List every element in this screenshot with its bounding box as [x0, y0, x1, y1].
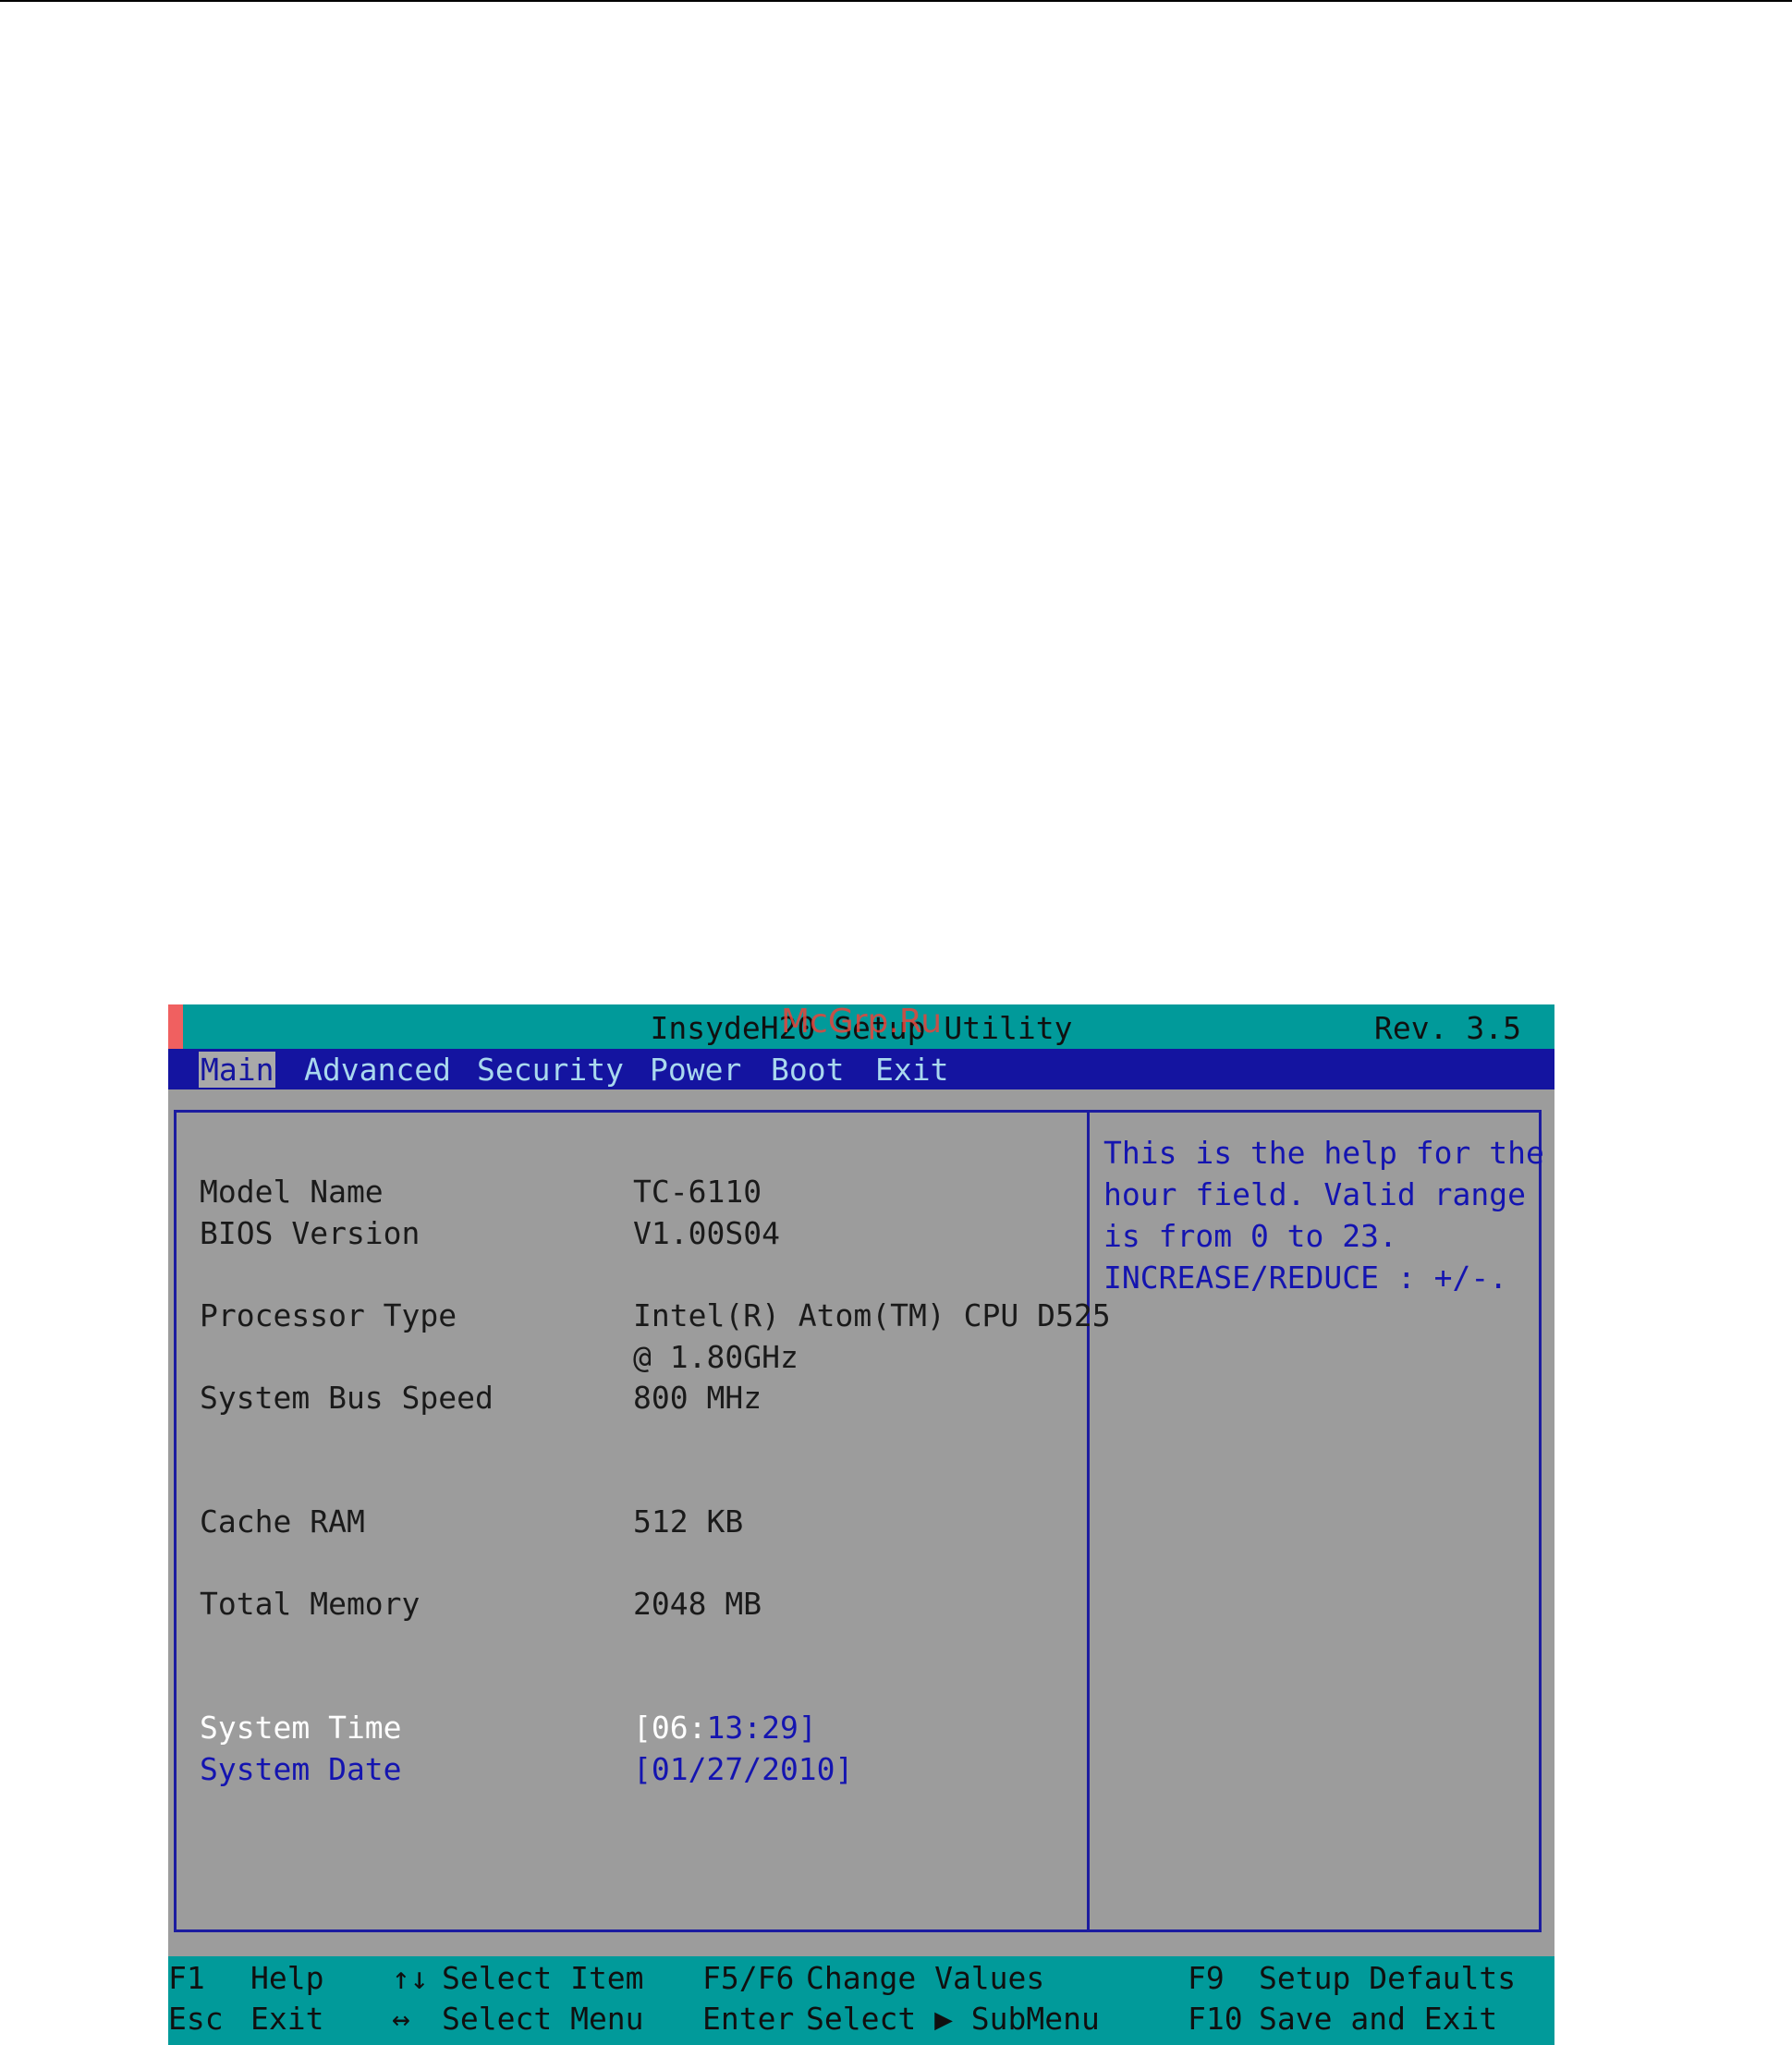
- bios-screen: InsydeH20 Setup Utility Rev. 3.5 McGrp.R…: [168, 1004, 1554, 2045]
- tab-security[interactable]: Security: [477, 1052, 624, 1088]
- tab-advanced[interactable]: Advanced: [304, 1052, 451, 1088]
- cache-ram-label: Cache RAM: [200, 1503, 365, 1540]
- total-memory-value: 2048 MB: [633, 1586, 762, 1622]
- total-memory-label: Total Memory: [200, 1586, 421, 1622]
- key-esc: Esc: [168, 2001, 224, 2037]
- processor-type-value: Intel(R) Atom(TM) CPU D525: [633, 1297, 1111, 1333]
- system-time-open-bracket: [: [633, 1710, 652, 1746]
- tab-boot[interactable]: Boot: [771, 1052, 844, 1088]
- system-time-rest[interactable]: 13:29]: [707, 1710, 817, 1746]
- system-bus-speed-label: System Bus Speed: [200, 1380, 494, 1416]
- tab-main[interactable]: Main: [199, 1052, 276, 1088]
- key-esc-desc: Exit: [250, 2001, 324, 2037]
- processor-type-label: Processor Type: [200, 1297, 457, 1333]
- help-line: INCREASE/REDUCE : +/-.: [1103, 1260, 1508, 1296]
- key-leftright-desc: Select Menu: [442, 2001, 644, 2037]
- help-line: This is the help for the: [1103, 1135, 1544, 1171]
- key-f1-desc: Help: [250, 1960, 324, 1996]
- tab-power[interactable]: Power: [650, 1052, 741, 1088]
- key-f10: F10: [1188, 2001, 1243, 2037]
- key-enter: Enter: [702, 2001, 795, 2037]
- key-f5f6-desc: Change Values: [806, 1960, 1045, 1996]
- help-line: hour field. Valid range: [1103, 1176, 1526, 1212]
- watermark-text: McGrp.Ru: [780, 1004, 943, 1041]
- processor-speed-value: @ 1.80GHz: [633, 1339, 798, 1375]
- key-f9-desc: Setup Defaults: [1259, 1960, 1517, 1996]
- system-date-field[interactable]: [01/27/2010]: [633, 1751, 853, 1787]
- tab-exit[interactable]: Exit: [875, 1052, 948, 1088]
- model-name-label: Model Name: [200, 1174, 384, 1210]
- cache-ram-value: 512 KB: [633, 1503, 744, 1540]
- model-name-value: TC-6110: [633, 1174, 762, 1210]
- key-f9: F9: [1188, 1960, 1225, 1996]
- menu-bar: Main Advanced Security Power Boot Exit: [168, 1049, 1554, 1089]
- system-date-label[interactable]: System Date: [200, 1751, 402, 1787]
- key-legend-bar: F1 Help Esc Exit ↑↓ Select Item ↔ Select…: [168, 1956, 1554, 2045]
- system-time-label[interactable]: System Time: [200, 1710, 402, 1746]
- help-line: is from 0 to 23.: [1103, 1218, 1397, 1254]
- system-bus-speed-value: 800 MHz: [633, 1380, 762, 1416]
- system-time-separator: :: [688, 1710, 707, 1746]
- title-bar: InsydeH20 Setup Utility Rev. 3.5 McGrp.R…: [168, 1004, 1554, 1049]
- help-panel-divider: [1087, 1110, 1090, 1932]
- bios-version-label: BIOS Version: [200, 1215, 421, 1251]
- bios-version-value: V1.00S04: [633, 1215, 780, 1251]
- key-updown-arrows-icon: ↑↓: [392, 1960, 429, 1996]
- system-time-hour[interactable]: 06: [652, 1710, 689, 1746]
- key-leftright-arrows-icon: ↔: [392, 2001, 410, 2037]
- key-f5f6: F5/F6: [702, 1960, 795, 1996]
- page-top-rule: [0, 0, 1792, 2]
- key-f1: F1: [168, 1960, 205, 1996]
- key-updown-desc: Select Item: [442, 1960, 644, 1996]
- key-f10-desc: Save and Exit: [1259, 2001, 1498, 2037]
- key-enter-desc: Select ▶ SubMenu: [806, 2001, 1100, 2037]
- system-time-field[interactable]: [06:13:29]: [633, 1710, 817, 1746]
- help-text: This is the help for the hour field. Val…: [1103, 1132, 1544, 1298]
